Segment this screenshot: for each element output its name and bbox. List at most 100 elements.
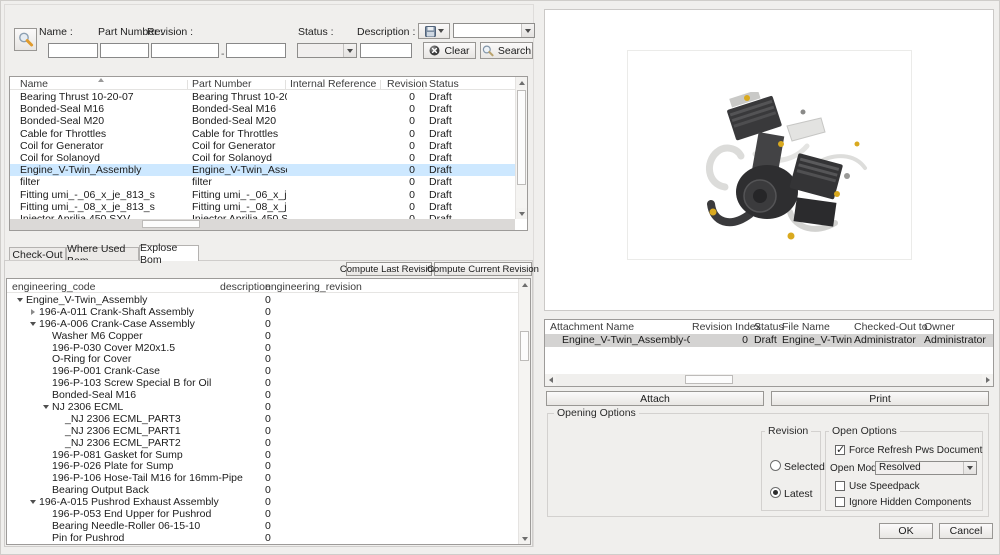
column-header-status[interactable]: Status xyxy=(429,78,459,90)
table-row[interactable]: Cable for ThrottlesCable for Throttles0D… xyxy=(10,128,515,140)
revision-group-title: Revision xyxy=(765,425,811,437)
bom-vertical-scrollbar[interactable] xyxy=(518,279,530,544)
bom-tree-row[interactable]: Washer M6 Copper0 xyxy=(7,331,518,343)
scroll-down-button[interactable] xyxy=(519,533,531,544)
scroll-down-button[interactable] xyxy=(516,208,528,219)
save-search-split-button[interactable] xyxy=(418,23,450,39)
bom-tree-header: engineering_code description engineering… xyxy=(7,279,518,293)
print-button[interactable]: Print xyxy=(771,391,989,406)
opening-options-title: Opening Options xyxy=(554,407,639,419)
results-vertical-scrollbar[interactable] xyxy=(515,77,527,219)
scroll-up-button[interactable] xyxy=(519,279,531,290)
force-refresh-checkbox[interactable] xyxy=(835,445,845,455)
open-options-group: Open Options Force Refresh Pws Document … xyxy=(825,431,983,511)
revision-group: Revision Selected Latest xyxy=(761,431,821,511)
part-number-input[interactable] xyxy=(100,43,149,58)
bom-tree-row[interactable]: Pin for Pushrod0 xyxy=(7,533,518,545)
ignore-hidden-label: Ignore Hidden Components xyxy=(849,497,971,508)
bom-tree-row[interactable]: 196-A-011 Crank-Shaft Assembly0 xyxy=(7,307,518,319)
column-header-owner[interactable]: Owner xyxy=(924,321,955,333)
table-row[interactable]: Fitting umi_-_08_x_je_813_sFitting umi_-… xyxy=(10,201,515,213)
table-row[interactable]: filterfilter0Draft xyxy=(10,176,515,188)
radio-latest[interactable] xyxy=(770,487,781,498)
tab-explose-bom[interactable]: Explose Bom xyxy=(139,245,199,261)
scroll-left-button[interactable] xyxy=(545,374,556,386)
revision-separator: - xyxy=(221,48,225,60)
bom-tree-table: engineering_code description engineering… xyxy=(6,278,531,545)
status-select[interactable] xyxy=(297,43,357,58)
table-row[interactable]: Bonded-Seal M16Bonded-Seal M160Draft xyxy=(10,103,515,115)
preview-panel xyxy=(544,9,994,311)
column-header-engineering-code[interactable]: engineering_code xyxy=(12,281,96,293)
saved-search-select[interactable] xyxy=(453,23,535,38)
open-mode-select[interactable]: Resolved xyxy=(875,461,977,475)
table-row[interactable]: Bearing Thrust 10-20-07Bearing Thrust 10… xyxy=(10,91,515,103)
attachment-row[interactable]: Engine_V-Twin_Assembly-0000020DraftEngin… xyxy=(545,334,993,347)
open-options-title: Open Options xyxy=(829,425,900,437)
compute-last-revision-button[interactable]: Compute Last Revision xyxy=(346,262,432,276)
bom-tree-rows: Engine_V-Twin_Assembly0196-A-011 Crank-S… xyxy=(7,295,518,545)
column-header-description[interactable]: description xyxy=(220,281,271,293)
collapse-icon[interactable] xyxy=(13,295,26,307)
scroll-up-button[interactable] xyxy=(516,77,528,88)
chevron-down-icon xyxy=(343,44,356,57)
attachments-horizontal-scrollbar[interactable] xyxy=(545,374,993,386)
results-header: Name Part Number Internal Reference Revi… xyxy=(10,77,515,90)
column-header-revision-index[interactable]: Revision Index xyxy=(692,321,761,333)
collapse-icon[interactable] xyxy=(39,402,52,414)
attach-button[interactable]: Attach xyxy=(546,391,764,406)
search-button[interactable]: Search xyxy=(480,42,533,59)
bom-tree-row[interactable]: _NJ 2306 ECML_PART10 xyxy=(7,426,518,438)
attachments-header: Attachment Name Revision Index Status Fi… xyxy=(545,320,993,333)
table-row[interactable]: Coil for GeneratorCoil for Generator0Dra… xyxy=(10,140,515,152)
expand-icon[interactable] xyxy=(26,307,39,319)
chevron-down-icon xyxy=(521,24,534,37)
table-row[interactable]: Fitting umi_-_06_x_je_813_sFitting umi_-… xyxy=(10,189,515,201)
column-header-part-number[interactable]: Part Number xyxy=(192,78,252,90)
scroll-right-button[interactable] xyxy=(982,374,993,386)
clear-button[interactable]: Clear xyxy=(423,42,476,59)
clear-icon xyxy=(429,45,440,56)
revision-label: Revision : xyxy=(147,26,193,38)
name-input[interactable] xyxy=(48,43,98,58)
attachments-rows: Engine_V-Twin_Assembly-0000020DraftEngin… xyxy=(545,334,993,372)
column-header-attachment-name[interactable]: Attachment Name xyxy=(550,321,634,333)
description-label: Description : xyxy=(357,26,415,38)
collapse-icon[interactable] xyxy=(26,319,39,331)
results-horizontal-scrollbar[interactable] xyxy=(10,219,515,230)
bom-tree-row[interactable]: 196-A-006 Crank-Case Assembly0 xyxy=(7,319,518,331)
column-header-checked-out-to[interactable]: Checked-Out to xyxy=(854,321,928,333)
tab-where-used-bom[interactable]: Where Used Bom xyxy=(66,247,139,261)
clear-button-label: Clear xyxy=(444,45,469,57)
table-row[interactable]: Bonded-Seal M20Bonded-Seal M200Draft xyxy=(10,115,515,127)
sort-ascending-icon xyxy=(98,78,104,82)
radio-selected[interactable] xyxy=(770,460,781,471)
tab-check-out[interactable]: Check-Out xyxy=(9,247,66,261)
column-header-internal-reference[interactable]: Internal Reference xyxy=(290,78,376,90)
status-value xyxy=(298,44,343,57)
advanced-search-button[interactable] xyxy=(14,28,37,51)
column-header-file-name[interactable]: File Name xyxy=(782,321,830,333)
cancel-button[interactable]: Cancel xyxy=(939,523,993,539)
revision-input[interactable] xyxy=(151,43,219,58)
use-speedpack-checkbox[interactable] xyxy=(835,481,845,491)
ignore-hidden-checkbox[interactable] xyxy=(835,497,845,507)
plm-search-window: Name : Part Number : Revision : Status :… xyxy=(0,0,1000,555)
chevron-down-icon xyxy=(963,462,976,474)
table-row[interactable]: Coil for SolanoydCoil for Solanoyd0Draft xyxy=(10,152,515,164)
results-table: Name Part Number Internal Reference Revi… xyxy=(9,76,528,231)
column-header-revision[interactable]: Revision xyxy=(387,78,427,90)
ok-button[interactable]: OK xyxy=(879,523,933,539)
compute-current-revision-button[interactable]: Compute Current Revision xyxy=(434,262,532,276)
radio-latest-label: Latest xyxy=(784,488,813,500)
description-input[interactable] xyxy=(360,43,412,58)
table-row[interactable]: Engine_V-Twin_AssemblyEngine_V-Twin_Asse… xyxy=(10,164,515,176)
search-icon xyxy=(482,45,494,57)
collapse-icon[interactable] xyxy=(26,497,39,509)
bom-tree-row[interactable]: _NJ 2306 ECML_PART20 xyxy=(7,438,518,450)
column-header-status[interactable]: Status xyxy=(754,321,784,333)
column-header-engineering-revision[interactable]: engineering_revision xyxy=(265,281,362,293)
column-header-name[interactable]: Name xyxy=(20,78,48,90)
bom-tree-row[interactable]: _NJ 2306 ECML_PART30 xyxy=(7,414,518,426)
revision-to-input[interactable] xyxy=(226,43,286,58)
